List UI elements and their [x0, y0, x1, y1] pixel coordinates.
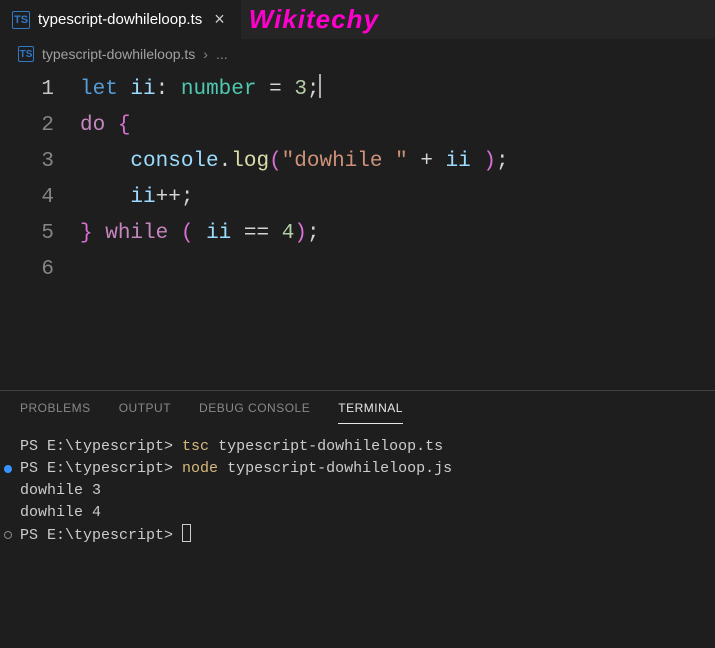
punct: ++	[156, 186, 181, 209]
paren: (	[181, 222, 194, 245]
close-icon[interactable]: ×	[210, 9, 229, 30]
paren: (	[269, 150, 282, 173]
identifier: ii	[130, 78, 155, 101]
line-number: 2	[0, 108, 80, 144]
tab-bar: TS typescript-dowhileloop.ts × Wikitechy	[0, 0, 715, 40]
terminal-line: PS E:\typescript>	[20, 524, 695, 547]
punct: .	[219, 150, 232, 173]
punct: ==	[244, 222, 269, 245]
method-log: log	[231, 150, 269, 173]
terminal-line: PS E:\typescript> tsc typescript-dowhile…	[20, 436, 695, 458]
breadcrumb-ellipsis: ...	[216, 46, 228, 62]
change-indicator-dot	[4, 465, 12, 473]
punct: +	[420, 150, 433, 173]
line-number: 4	[0, 180, 80, 216]
punct: ;	[496, 150, 509, 173]
panel-tabs: PROBLEMS OUTPUT DEBUG CONSOLE TERMINAL	[0, 391, 715, 424]
punct: :	[156, 78, 169, 101]
punct: ;	[181, 186, 194, 209]
keyword-do: do	[80, 114, 105, 137]
string-literal: "dowhile "	[282, 150, 408, 173]
line-number: 6	[0, 252, 80, 288]
tab-output[interactable]: OUTPUT	[119, 401, 171, 424]
indicator-dot	[4, 531, 12, 539]
tab-terminal[interactable]: TERMINAL	[338, 401, 403, 424]
terminal-line: PS E:\typescript> node typescript-dowhil…	[20, 458, 695, 480]
number-literal: 3	[294, 78, 307, 101]
prompt: PS E:\typescript>	[20, 460, 173, 477]
identifier: ii	[206, 222, 231, 245]
line-number: 5	[0, 216, 80, 252]
identifier: ii	[130, 186, 155, 209]
keyword-let: let	[80, 78, 118, 101]
line-number: 1	[0, 72, 80, 108]
tab-problems[interactable]: PROBLEMS	[20, 401, 91, 424]
code-editor[interactable]: 1 let ii: number = 3; 2 do { 3 console.l…	[0, 68, 715, 288]
keyword-while: while	[105, 222, 168, 245]
paren: )	[483, 150, 496, 173]
punct: ;	[307, 222, 320, 245]
watermark-text: Wikitechy	[249, 4, 379, 35]
terminal-arg: typescript-dowhileloop.js	[227, 460, 452, 477]
terminal[interactable]: PS E:\typescript> tsc typescript-dowhile…	[0, 424, 715, 559]
punct: =	[269, 78, 282, 101]
ts-file-icon: TS	[12, 11, 30, 29]
breadcrumb-filename: typescript-dowhileloop.ts	[42, 46, 195, 62]
editor-cursor	[319, 74, 321, 98]
ts-file-icon: TS	[18, 46, 34, 62]
terminal-output: dowhile 4	[20, 502, 695, 524]
number-literal: 4	[282, 222, 295, 245]
brace: }	[80, 222, 93, 245]
type-annotation: number	[181, 78, 257, 101]
editor-tab[interactable]: TS typescript-dowhileloop.ts ×	[0, 0, 241, 39]
breadcrumb[interactable]: TS typescript-dowhileloop.ts › ...	[0, 40, 715, 68]
tab-debug-console[interactable]: DEBUG CONSOLE	[199, 401, 310, 424]
line-number: 3	[0, 144, 80, 180]
bottom-panel: PROBLEMS OUTPUT DEBUG CONSOLE TERMINAL P…	[0, 390, 715, 648]
chevron-right-icon: ›	[203, 46, 208, 62]
object-console: console	[130, 150, 218, 173]
tab-filename: typescript-dowhileloop.ts	[38, 11, 202, 28]
terminal-cursor	[182, 524, 191, 542]
brace: {	[118, 114, 131, 137]
terminal-command: node	[182, 460, 218, 477]
terminal-command: tsc	[182, 438, 209, 455]
identifier: ii	[446, 150, 471, 173]
prompt: PS E:\typescript>	[20, 438, 173, 455]
prompt: PS E:\typescript>	[20, 527, 173, 544]
terminal-arg: typescript-dowhileloop.ts	[218, 438, 443, 455]
terminal-output: dowhile 3	[20, 480, 695, 502]
paren: )	[294, 222, 307, 245]
